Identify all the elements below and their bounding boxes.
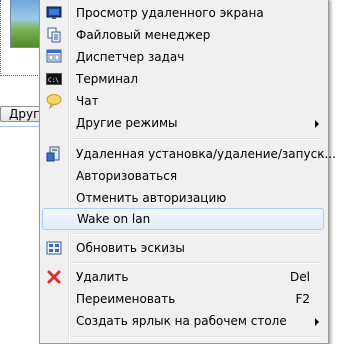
menu-separator xyxy=(72,262,322,264)
menu-item-terminal[interactable]: C:\ Терминал xyxy=(42,68,324,90)
context-menu: Просмотр удаленного экрана Файловый мене… xyxy=(39,0,336,344)
menu-item-remote-screen[interactable]: Просмотр удаленного экрана xyxy=(42,2,324,24)
menu-item-label: Просмотр удаленного экрана xyxy=(76,6,264,20)
menu-separator xyxy=(72,233,322,235)
menu-item-file-manager[interactable]: Файловый менеджер xyxy=(42,24,324,46)
menu-item-chat[interactable]: Чат xyxy=(42,90,324,112)
menu-item-authorize[interactable]: Авторизоваться xyxy=(42,165,324,187)
submenu-arrow-icon xyxy=(315,120,319,128)
refresh-thumbnails-icon xyxy=(46,240,62,256)
menu-item-label: Wake on lan xyxy=(77,212,151,226)
menu-item-label: Удаленная установка/удаление/запуск... xyxy=(76,147,336,161)
menu-item-other-modes[interactable]: Другие режимы xyxy=(42,112,324,134)
menu-item-label: Чат xyxy=(76,94,99,108)
monitor-icon xyxy=(46,5,62,21)
menu-separator xyxy=(72,336,322,338)
menu-item-create-desktop-shortcut[interactable]: Создать ярлык на рабочем столе xyxy=(42,310,324,332)
menu-item-label: Авторизоваться xyxy=(76,169,178,183)
menu-item-refresh-thumbnails[interactable]: Обновить эскизы xyxy=(42,237,324,259)
menu-item-wake-on-lan[interactable]: Wake on lan xyxy=(42,208,324,230)
shortcut-label: Del xyxy=(290,270,310,284)
menu-item-label: Файловый менеджер xyxy=(76,28,211,42)
file-manager-icon xyxy=(46,27,62,43)
menu-item-label: Переименовать xyxy=(76,292,176,306)
menu-item-label: Диспетчер задач xyxy=(76,50,185,64)
menu-item-label: Удалить xyxy=(76,270,129,284)
shortcut-label: F2 xyxy=(295,292,310,306)
menu-item-label: Терминал xyxy=(76,72,139,86)
submenu-arrow-icon xyxy=(315,318,319,326)
menu-separator xyxy=(72,138,322,140)
menu-item-delete[interactable]: Удалить Del xyxy=(42,266,324,288)
install-icon xyxy=(46,146,62,162)
menu-item-label: Отменить авторизацию xyxy=(76,191,227,205)
svg-text:C:\: C:\ xyxy=(48,77,59,84)
menu-item-label: Обновить эскизы xyxy=(76,241,185,255)
menu-item-rename[interactable]: Переименовать F2 xyxy=(42,288,324,310)
delete-icon xyxy=(46,269,62,285)
terminal-icon: C:\ xyxy=(46,71,62,87)
menu-item-label: Другие режимы xyxy=(76,116,178,130)
computer-thumbnail-image xyxy=(10,0,40,48)
chat-icon xyxy=(46,93,62,110)
menu-item-task-manager[interactable]: Диспетчер задач xyxy=(42,46,324,68)
task-manager-icon xyxy=(46,49,62,65)
menu-item-cancel-authorization[interactable]: Отменить авторизацию xyxy=(42,187,324,209)
menu-item-label: Создать ярлык на рабочем столе xyxy=(76,314,287,328)
menu-item-remote-install[interactable]: Удаленная установка/удаление/запуск... xyxy=(42,143,336,165)
